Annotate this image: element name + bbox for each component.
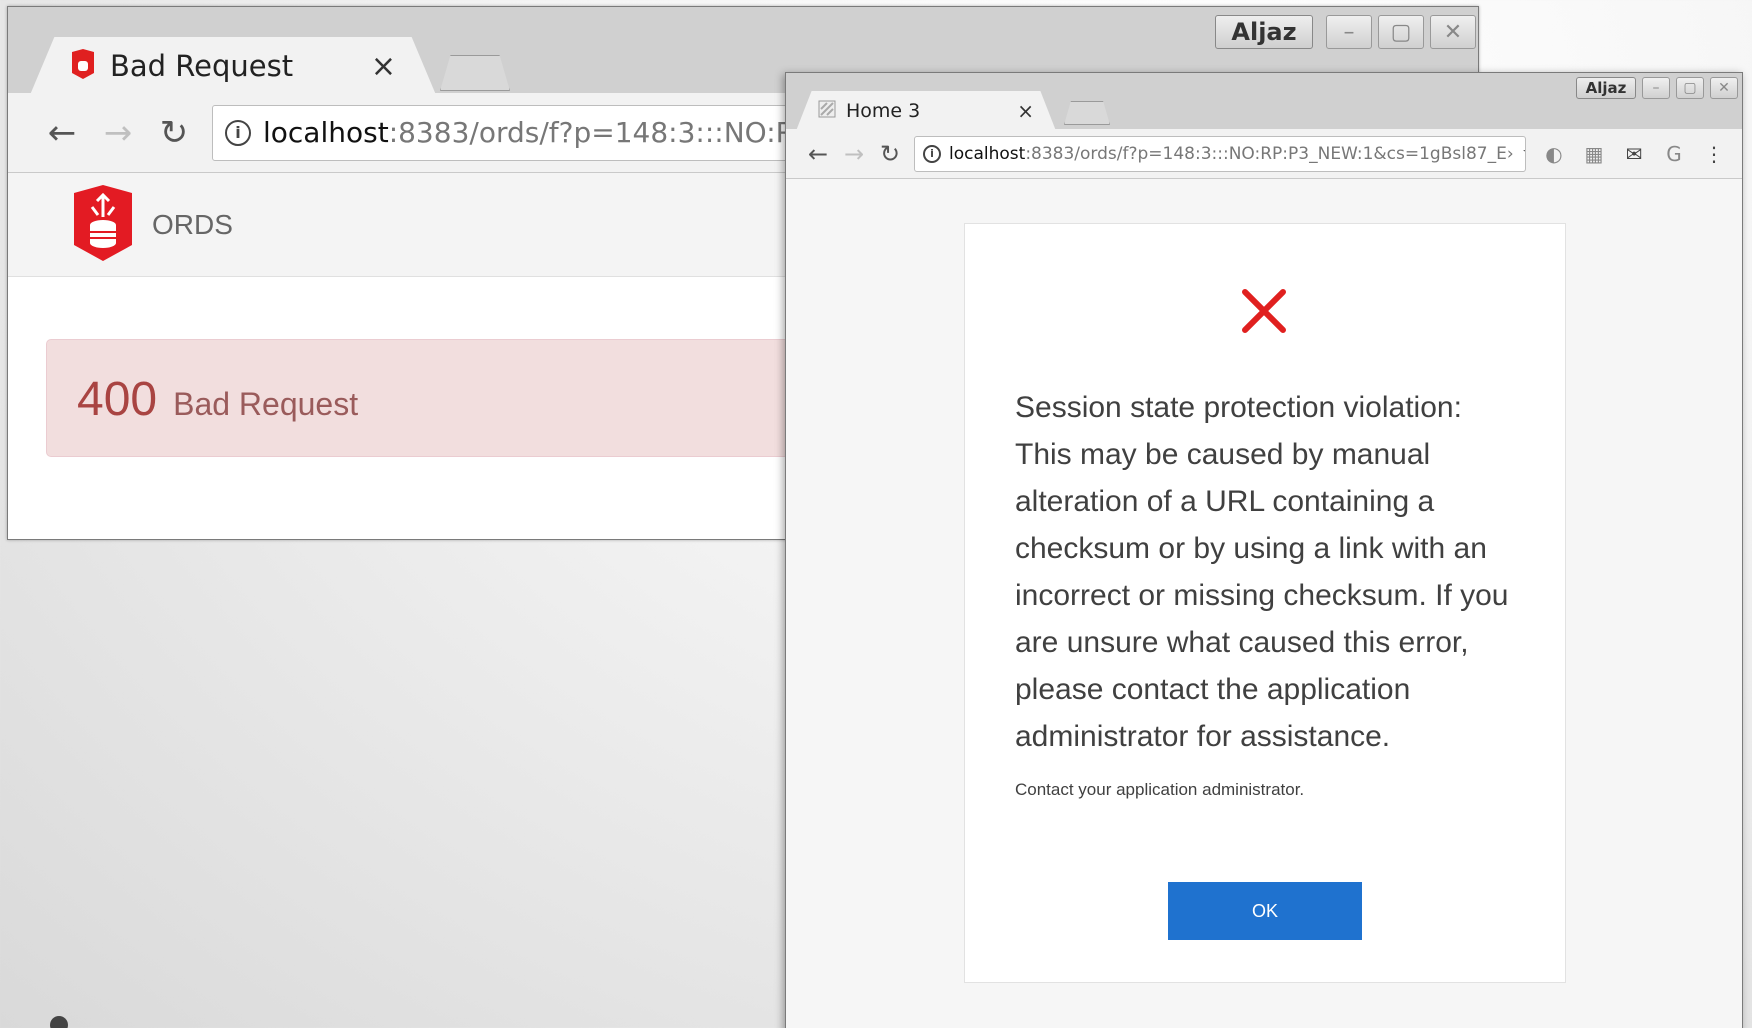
page-icon: [818, 100, 836, 122]
tab-title: Bad Request: [110, 49, 294, 83]
tab-bad-request[interactable]: Bad Request ×: [30, 37, 436, 95]
error-code: 400: [77, 373, 158, 426]
title-bar[interactable]: Home 3 × Aljaz – ▢ ✕: [786, 73, 1742, 131]
url-host: localhost: [263, 116, 389, 149]
maximize-button[interactable]: ▢: [1378, 15, 1424, 49]
ords-logo-icon: [70, 184, 136, 265]
menu-kebab-icon[interactable]: ⋮: [1694, 142, 1734, 166]
forward-arrow-icon[interactable]: →: [90, 113, 146, 153]
new-tab-button[interactable]: [440, 55, 510, 91]
close-window-button[interactable]: ✕: [1430, 15, 1476, 49]
tab-title: Home 3: [846, 100, 921, 122]
error-submessage: Contact your application administrator.: [1015, 780, 1305, 799]
window-user-badge[interactable]: Aljaz: [1215, 15, 1313, 49]
ords-shield-icon: [70, 49, 96, 83]
info-icon[interactable]: i: [225, 119, 251, 146]
back-arrow-icon[interactable]: ←: [800, 140, 836, 168]
ok-button[interactable]: OK: [1168, 882, 1362, 940]
tab-close-icon[interactable]: ×: [371, 49, 396, 84]
close-window-button[interactable]: ✕: [1710, 77, 1738, 99]
back-arrow-icon[interactable]: ←: [34, 113, 90, 153]
window-user-badge[interactable]: Aljaz: [1576, 77, 1636, 99]
tab-close-icon[interactable]: ×: [1017, 99, 1034, 123]
reload-icon[interactable]: ↻: [872, 140, 908, 168]
home-browser-window[interactable]: Home 3 × Aljaz – ▢ ✕ ← → ↻ i localhost :…: [785, 72, 1743, 1028]
browser-toolbar: ← → ↻ i localhost :8383/ords/f?p=148:3::…: [786, 129, 1742, 179]
address-bar[interactable]: i localhost :8383/ords/f?p=148:3:::NO:RP…: [914, 135, 1526, 172]
error-x-icon: [1239, 286, 1289, 336]
bookmark-star-icon[interactable]: ☆: [1514, 141, 1525, 166]
extension-icon-4[interactable]: G: [1654, 142, 1694, 166]
minimize-button[interactable]: –: [1642, 77, 1670, 99]
url-host: localhost: [949, 143, 1026, 164]
ords-brand-name: ORDS: [152, 208, 233, 240]
reload-icon[interactable]: ↻: [146, 113, 202, 153]
info-icon[interactable]: i: [923, 144, 941, 163]
extension-icon-3[interactable]: ✉: [1614, 142, 1654, 166]
error-dialog: Session state protection violation: This…: [964, 223, 1566, 983]
forward-arrow-icon[interactable]: →: [836, 140, 872, 168]
extension-icon-1[interactable]: ◐: [1534, 142, 1574, 166]
minimize-button[interactable]: –: [1326, 15, 1372, 49]
tab-home-3[interactable]: Home 3 ×: [796, 91, 1056, 131]
maximize-button[interactable]: ▢: [1676, 77, 1704, 99]
extension-icon-2[interactable]: ▦: [1574, 142, 1614, 166]
page-content: Session state protection violation: This…: [786, 179, 1742, 1028]
error-message: Session state protection violation: This…: [1015, 391, 1509, 753]
bullet-dot: [50, 1016, 68, 1028]
url-path: :8383/ords/f?p=148:3:::NO:RP:P3_NEW:1&cs…: [1025, 143, 1514, 164]
error-text: Bad Request: [173, 386, 359, 422]
new-tab-button[interactable]: [1064, 101, 1110, 125]
